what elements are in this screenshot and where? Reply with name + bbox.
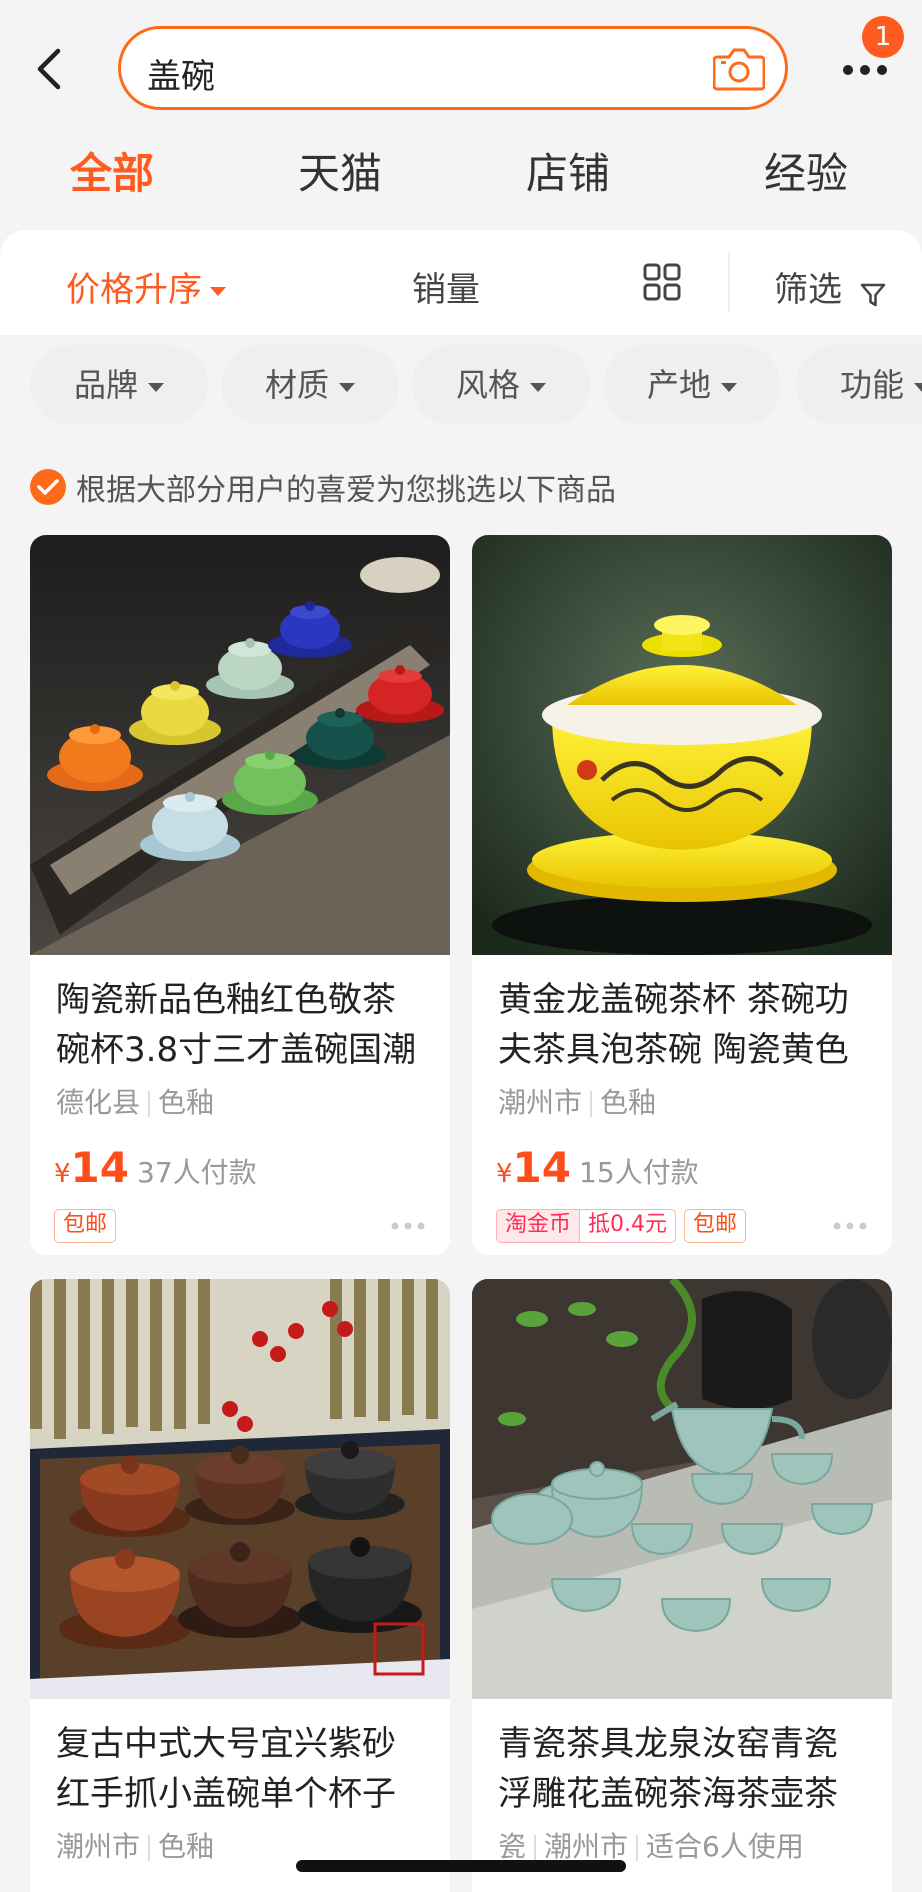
product-price: 14 — [70, 1143, 129, 1192]
price-row: ¥14 37人付款 — [54, 1143, 257, 1192]
product-image[interactable] — [472, 535, 892, 955]
product-attr: 适合6人使用 — [646, 1830, 804, 1863]
grid-view-icon[interactable] — [642, 262, 682, 302]
product-image[interactable] — [30, 535, 450, 955]
tab-tmall[interactable]: 天猫 — [298, 140, 382, 201]
header: 盖碗 1 全部 天猫 店铺 经验 — [0, 0, 922, 230]
product-card[interactable]: 复古中式大号宜兴紫砂 红手抓小盖碗单个杯子 潮州市 色釉 — [30, 1279, 450, 1892]
product-title-line1: 陶瓷新品色釉红色敬茶 — [56, 980, 396, 1020]
tag-free-shipping: 包邮 — [684, 1209, 747, 1243]
sort-sales[interactable]: 销量 — [412, 262, 480, 311]
caret-down-icon — [339, 382, 355, 392]
caret-down-icon — [148, 382, 164, 392]
product-title: 青瓷茶具龙泉汝窑青瓷 浮雕花盖碗茶海茶壶茶 — [498, 1719, 878, 1819]
product-title-line1: 复古中式大号宜兴紫砂 — [56, 1724, 396, 1764]
tab-shops[interactable]: 店铺 — [526, 140, 610, 201]
divider — [148, 1091, 151, 1117]
product-title-line1: 青瓷茶具龙泉汝窑青瓷 — [498, 1724, 838, 1764]
recommendation-notice: 根据大部分用户的喜爱为您挑选以下商品 — [30, 465, 616, 509]
filter-icon — [859, 278, 887, 306]
product-prefix: 瓷 — [498, 1830, 527, 1863]
currency-symbol: ¥ — [54, 1159, 71, 1189]
chip-brand-label: 品牌 — [73, 366, 138, 404]
sort-price-ascending[interactable]: 价格升序 — [66, 262, 226, 311]
chip-style-label: 风格 — [455, 366, 520, 404]
product-price: 14 — [512, 1143, 571, 1192]
camera-icon[interactable] — [712, 45, 766, 91]
product-title-line2: 浮雕花盖碗茶海茶壶茶 — [498, 1774, 838, 1814]
product-meta: 潮州市 色釉 — [498, 1081, 656, 1121]
product-image[interactable] — [472, 1279, 892, 1699]
product-title: 黄金龙盖碗茶杯 茶碗功 夫茶具泡茶碗 陶瓷黄色 — [498, 975, 878, 1075]
product-tags: 淘金币 抵0.4元 包邮 — [496, 1209, 747, 1243]
chip-function-label: 功能 — [840, 366, 905, 404]
chip-function[interactable]: 功能 — [796, 345, 922, 425]
more-dots-icon[interactable] — [390, 1217, 426, 1230]
currency-symbol: ¥ — [496, 1159, 513, 1189]
caret-down-icon — [210, 287, 226, 296]
chip-material[interactable]: 材质 — [221, 345, 399, 425]
filter-button[interactable]: 筛选 — [774, 262, 887, 311]
caret-down-icon — [530, 382, 546, 392]
product-meta: 潮州市 色釉 — [56, 1825, 214, 1865]
product-title: 陶瓷新品色釉红色敬茶 碗杯3.8寸三才盖碗国潮 — [56, 975, 436, 1075]
divider — [590, 1091, 593, 1117]
product-origin: 德化县 — [56, 1086, 141, 1119]
product-attr: 色釉 — [600, 1086, 657, 1119]
product-attr: 色釉 — [158, 1086, 215, 1119]
product-origin: 潮州市 — [544, 1830, 629, 1863]
tag-taojinbi: 淘金币 — [496, 1209, 581, 1243]
sort-bar: 价格升序 销量 筛选 — [0, 230, 922, 335]
notification-badge: 1 — [862, 16, 904, 58]
price-row: ¥14 15人付款 — [496, 1143, 699, 1192]
product-image[interactable] — [30, 1279, 450, 1699]
divider — [148, 1835, 151, 1861]
chip-style[interactable]: 风格 — [412, 345, 590, 425]
caret-down-icon — [914, 382, 922, 392]
tag-discount: 抵0.4元 — [580, 1209, 677, 1243]
product-card[interactable]: 青瓷茶具龙泉汝窑青瓷 浮雕花盖碗茶海茶壶茶 瓷潮州市 适合6人使用 — [472, 1279, 892, 1892]
product-title-line2: 夫茶具泡茶碗 陶瓷黄色 — [498, 1030, 849, 1070]
paid-count: 15人付款 — [579, 1156, 699, 1189]
back-icon[interactable] — [30, 45, 70, 93]
product-meta: 瓷潮州市 适合6人使用 — [498, 1825, 804, 1865]
divider — [636, 1835, 639, 1861]
product-title-line2: 红手抓小盖碗单个杯子 — [56, 1774, 396, 1814]
chip-origin[interactable]: 产地 — [603, 345, 781, 425]
notice-text: 根据大部分用户的喜爱为您挑选以下商品 — [76, 473, 616, 508]
filter-label: 筛选 — [774, 270, 842, 310]
tag-free-shipping: 包邮 — [54, 1209, 117, 1243]
caret-down-icon — [721, 382, 737, 392]
paid-count: 37人付款 — [137, 1156, 257, 1189]
more-dots-icon[interactable] — [832, 1217, 868, 1230]
divider — [534, 1835, 537, 1861]
product-title-line2: 碗杯3.8寸三才盖碗国潮 — [56, 1030, 417, 1070]
tab-all[interactable]: 全部 — [70, 140, 154, 201]
sort-price-label: 价格升序 — [66, 270, 202, 310]
product-card[interactable]: 黄金龙盖碗茶杯 茶碗功 夫茶具泡茶碗 陶瓷黄色 潮州市 色釉 ¥14 15人付款 淘… — [472, 535, 892, 1255]
divider — [728, 252, 730, 312]
chip-origin-label: 产地 — [646, 366, 711, 404]
search-tabs: 全部 天猫 店铺 经验 — [0, 140, 922, 200]
product-attr: 色釉 — [158, 1830, 215, 1863]
product-meta: 德化县 色釉 — [56, 1081, 214, 1121]
search-input[interactable]: 盖碗 — [118, 26, 788, 110]
check-icon — [30, 469, 66, 505]
home-indicator[interactable] — [296, 1860, 626, 1872]
product-origin: 潮州市 — [56, 1830, 141, 1863]
search-query[interactable]: 盖碗 — [147, 49, 215, 98]
product-title: 复古中式大号宜兴紫砂 红手抓小盖碗单个杯子 — [56, 1719, 436, 1819]
chip-material-label: 材质 — [264, 366, 329, 404]
product-origin: 潮州市 — [498, 1086, 583, 1119]
tab-experience[interactable]: 经验 — [764, 140, 848, 201]
product-tags: 包邮 — [54, 1209, 117, 1243]
product-card[interactable]: 陶瓷新品色釉红色敬茶 碗杯3.8寸三才盖碗国潮 德化县 色釉 ¥14 37人付款 包… — [30, 535, 450, 1255]
product-title-line1: 黄金龙盖碗茶杯 茶碗功 — [498, 980, 849, 1020]
chip-brand[interactable]: 品牌 — [30, 345, 208, 425]
